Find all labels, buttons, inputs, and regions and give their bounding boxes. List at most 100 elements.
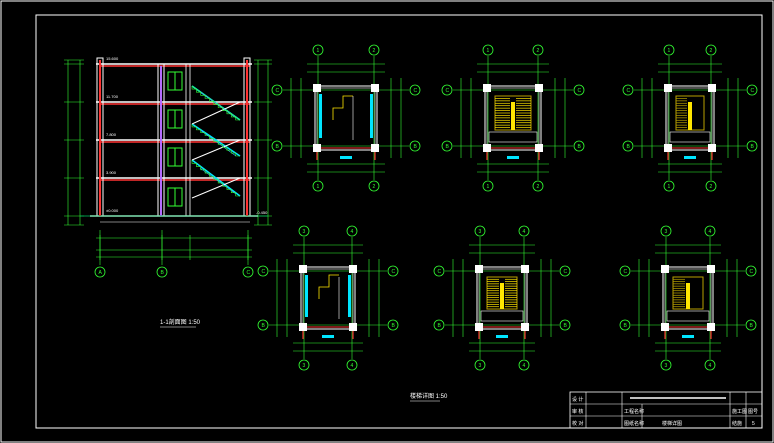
stair-plan: 1 2 1 2 C C B B [271,44,421,192]
plan-dimensions [283,56,409,180]
axis-label: B [751,144,755,150]
plan-landing [666,310,710,322]
axis-label: C [624,269,628,275]
plan-wall-inner [316,87,376,149]
section-windows [167,71,183,207]
plan-door [507,156,519,159]
axis-label: 4 [351,363,354,369]
axis-label: 1 [668,184,671,190]
axis-label: C [750,269,754,275]
axis-label: 1 [317,184,320,190]
plan-column [664,144,672,152]
plan-column [535,144,543,152]
axis-label: 3 [665,229,668,235]
axis-label: 4 [709,363,712,369]
tb-discipline: 结施 [732,420,742,427]
axis-label: 4 [523,229,526,235]
plan-column [349,265,357,273]
stair-plan: 1 2 1 2 C C B B [622,44,758,192]
plan-column [521,323,529,331]
plan-column [299,265,307,273]
axis-label: 3 [303,229,306,235]
axis-label: B [578,144,582,150]
axis-label: C [578,88,582,94]
plan-column [299,323,307,331]
plan-column [707,323,715,331]
drawing-frame [35,14,763,429]
plans-caption: 楼梯详图 1:50 [410,392,448,400]
plan-column [313,144,321,152]
tb-sheet-no: 5 [752,421,755,427]
plan-door [496,335,508,338]
axis-label: B [624,323,628,329]
plan-window [319,94,322,138]
plan-handrail [500,283,504,309]
axis-label: B [438,323,442,329]
plan-landing [480,310,524,322]
axis-label: 2 [710,184,713,190]
plan-column [708,84,716,92]
axis-label: C [276,88,280,94]
axis-label: B [564,323,568,329]
axis-label: 2 [710,48,713,54]
plan-column [371,144,379,152]
plan-window [370,94,373,138]
cad-drawing: 15.600 11.700 7.800 3.900 ±0.000 -0.450 … [0,0,774,443]
axis-label: B [750,323,754,329]
axis-label: B [276,144,280,150]
axis-label: 1 [487,184,490,190]
axis-label: 2 [373,48,376,54]
plan-landing [669,131,711,143]
axis-label: B [262,323,266,329]
axis-label: C [247,270,251,276]
plan-stair-start [332,95,353,120]
plan-column [664,84,672,92]
plan-door [322,335,334,338]
plan-wall-inner [302,268,354,328]
stair-plans: 1 2 1 2 C C B B 1 2 1 2 C C B B 1 2 1 2 C C B B 3 4 3 4 C C B B 3 4 3 4 C C B B… [257,44,758,371]
plan-column [707,265,715,273]
section-walls [96,57,251,217]
plan-column [483,84,491,92]
axis-label: 2 [537,184,540,190]
section-view: 15.600 11.700 7.800 3.900 ±0.000 -0.450 … [64,56,272,328]
plan-column [535,84,543,92]
plan-window [348,275,351,317]
axis-label: 1 [668,48,671,54]
axis-label: B [446,144,450,150]
tb-reviewer-label: 审 核 [572,408,583,415]
plan-axis-bubbles: 1 2 1 2 C C B B [271,44,421,192]
plan-column [708,144,716,152]
plan-guard [688,276,704,309]
stair-plan: 3 4 3 4 C C B B [257,225,399,371]
axis-label: 2 [373,184,376,190]
plan-guard [690,95,705,130]
axis-label: C [446,88,450,94]
tb-drawing-name: 楼梯详图 [662,420,682,427]
plan-column [371,84,379,92]
tb-sheet-label: 图号 [748,409,758,415]
plan-stair-start [318,274,339,299]
plan-door [340,156,352,159]
axis-label: B [392,323,396,329]
plan-door [682,335,694,338]
axis-label: 1 [317,48,320,54]
floor-slabs [90,63,258,217]
axis-label: 4 [523,363,526,369]
axis-label: 3 [303,363,306,369]
axis-label: C [564,269,568,275]
axis-label: C [751,88,755,94]
plan-handrail [511,102,515,130]
axis-label: 4 [351,229,354,235]
axis-label: 3 [665,363,668,369]
axis-label: C [392,269,396,275]
axis-label: 2 [537,48,540,54]
axis-label: B [414,144,418,150]
tb-designer-label: 设 计 [572,396,583,403]
section-axis-bubbles: A B C [94,266,254,278]
tb-stage: 施工图 [732,408,747,415]
level-label: 3.900 [106,170,117,175]
axis-label: C [414,88,418,94]
plan-axis-bubbles: 3 4 3 4 C C B B [257,225,399,371]
axis-label: 3 [479,363,482,369]
